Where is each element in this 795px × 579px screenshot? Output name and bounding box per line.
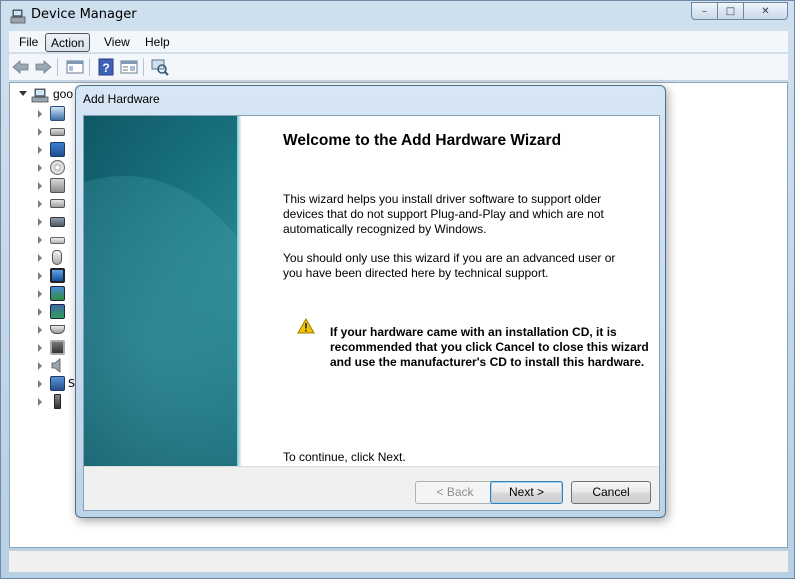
collapsed-arrow-icon[interactable] (38, 110, 42, 118)
minimize-button[interactable]: – (691, 2, 718, 20)
back-arrow-icon[interactable] (12, 58, 30, 76)
tree-node-monitors[interactable] (38, 268, 78, 284)
collapsed-arrow-icon[interactable] (38, 398, 42, 406)
warning-text: If your hardware came with an installati… (330, 325, 649, 369)
toolbar: ? (9, 54, 788, 81)
display-adapter-icon (50, 142, 65, 157)
collapsed-arrow-icon[interactable] (38, 128, 42, 136)
tree-node-disk-drives[interactable] (38, 124, 78, 140)
disk-drive-icon (50, 128, 65, 136)
mouse-icon (52, 250, 62, 265)
collapsed-arrow-icon[interactable] (38, 362, 42, 370)
collapsed-arrow-icon[interactable] (38, 218, 42, 226)
collapsed-arrow-icon[interactable] (38, 182, 42, 190)
device-manager-icon (10, 9, 26, 24)
minimize-icon: – (702, 5, 707, 17)
wizard-content: Welcome to the Add Hardware Wizard This … (241, 116, 659, 466)
scan-hardware-changes-icon[interactable] (151, 58, 169, 76)
wizard-page: Welcome to the Add Hardware Wizard This … (83, 115, 660, 511)
computer-icon (31, 88, 49, 103)
menu-help[interactable]: Help (140, 33, 175, 52)
toolbar-separator (89, 58, 90, 76)
warning-icon (297, 318, 315, 334)
wizard-button-bar: < Back Next > Cancel (84, 466, 659, 510)
maximize-button[interactable]: □ (717, 2, 744, 20)
forward-arrow-icon[interactable] (34, 58, 52, 76)
close-icon: ✕ (761, 5, 770, 17)
human-interface-device-icon (50, 178, 65, 193)
processor-icon (50, 340, 65, 355)
title-bar[interactable]: Device Manager – □ ✕ (1, 1, 794, 31)
tree-node-portable-devices[interactable] (38, 304, 78, 320)
properties-icon[interactable] (120, 58, 138, 76)
wizard-heading: Welcome to the Add Hardware Wizard (283, 132, 562, 149)
tree-node-label: S (68, 377, 75, 390)
keyboard-icon (50, 237, 65, 244)
usb-icon (54, 394, 61, 409)
close-button[interactable]: ✕ (743, 2, 788, 20)
svg-text:?: ? (102, 61, 109, 75)
tree-node-hid[interactable] (38, 178, 78, 194)
collapsed-arrow-icon[interactable] (38, 308, 42, 316)
back-button[interactable]: < Back (415, 481, 495, 504)
menu-bar: File Action View Help (9, 31, 788, 53)
tree-node-system-devices[interactable]: S (38, 376, 78, 392)
menu-action[interactable]: Action (45, 33, 91, 52)
next-button[interactable]: Next > (490, 481, 563, 504)
add-hardware-dialog: Add Hardware Welcome to the Add Hardware… (75, 85, 666, 518)
ieee1394-controller-icon (50, 217, 65, 227)
system-device-icon (50, 376, 65, 391)
collapsed-arrow-icon[interactable] (38, 200, 42, 208)
wizard-advice-text: You should only use this wizard if you a… (283, 251, 616, 280)
collapsed-arrow-icon[interactable] (38, 380, 42, 388)
tree-node-usb-controllers[interactable] (38, 394, 78, 410)
status-bar (9, 550, 788, 572)
wizard-banner-image (84, 116, 241, 466)
monitor-icon (50, 268, 65, 283)
tree-node-computer[interactable] (38, 106, 78, 122)
computer-name: goo (53, 87, 74, 101)
collapsed-arrow-icon[interactable] (38, 272, 42, 280)
collapsed-arrow-icon[interactable] (38, 236, 42, 244)
tree-node-network-adapters[interactable] (38, 286, 78, 302)
tree-node-mice[interactable] (38, 250, 78, 266)
help-icon[interactable]: ? (97, 58, 115, 76)
tree-node-ieee1394[interactable] (38, 214, 78, 230)
dialog-title: Add Hardware (83, 92, 160, 106)
cancel-button[interactable]: Cancel (571, 481, 651, 504)
tree-node-sound[interactable] (38, 358, 78, 374)
expanded-arrow-icon[interactable] (19, 91, 27, 96)
menu-file[interactable]: File (14, 33, 43, 52)
port-icon (50, 325, 65, 334)
dvd-drive-icon (50, 160, 65, 175)
collapsed-arrow-icon[interactable] (38, 326, 42, 334)
menu-view[interactable]: View (99, 33, 135, 52)
show-hide-console-tree-icon[interactable] (66, 58, 84, 76)
continue-instruction: To continue, click Next. (283, 450, 406, 464)
tree-node-display-adapters[interactable] (38, 142, 78, 158)
collapsed-arrow-icon[interactable] (38, 146, 42, 154)
collapsed-arrow-icon[interactable] (38, 254, 42, 262)
tree-node-processors[interactable] (38, 340, 78, 356)
network-adapter-icon (50, 286, 65, 301)
ide-controller-icon (50, 199, 65, 208)
computer-icon (50, 106, 65, 121)
wizard-intro-text: This wizard helps you install driver sof… (283, 192, 604, 236)
collapsed-arrow-icon[interactable] (38, 344, 42, 352)
window-title: Device Manager (31, 7, 137, 22)
portable-device-icon (50, 304, 65, 319)
collapsed-arrow-icon[interactable] (38, 164, 42, 172)
caption-buttons: – □ ✕ (691, 2, 788, 20)
maximize-icon: □ (725, 5, 736, 17)
tree-node-ide-controllers[interactable] (38, 196, 78, 212)
speaker-icon (50, 358, 65, 373)
tree-node-ports[interactable] (38, 322, 78, 338)
toolbar-separator (57, 58, 58, 76)
toolbar-separator (143, 58, 144, 76)
tree-node-keyboards[interactable] (38, 232, 78, 248)
tree-node-dvd-drives[interactable] (38, 160, 78, 176)
collapsed-arrow-icon[interactable] (38, 290, 42, 298)
